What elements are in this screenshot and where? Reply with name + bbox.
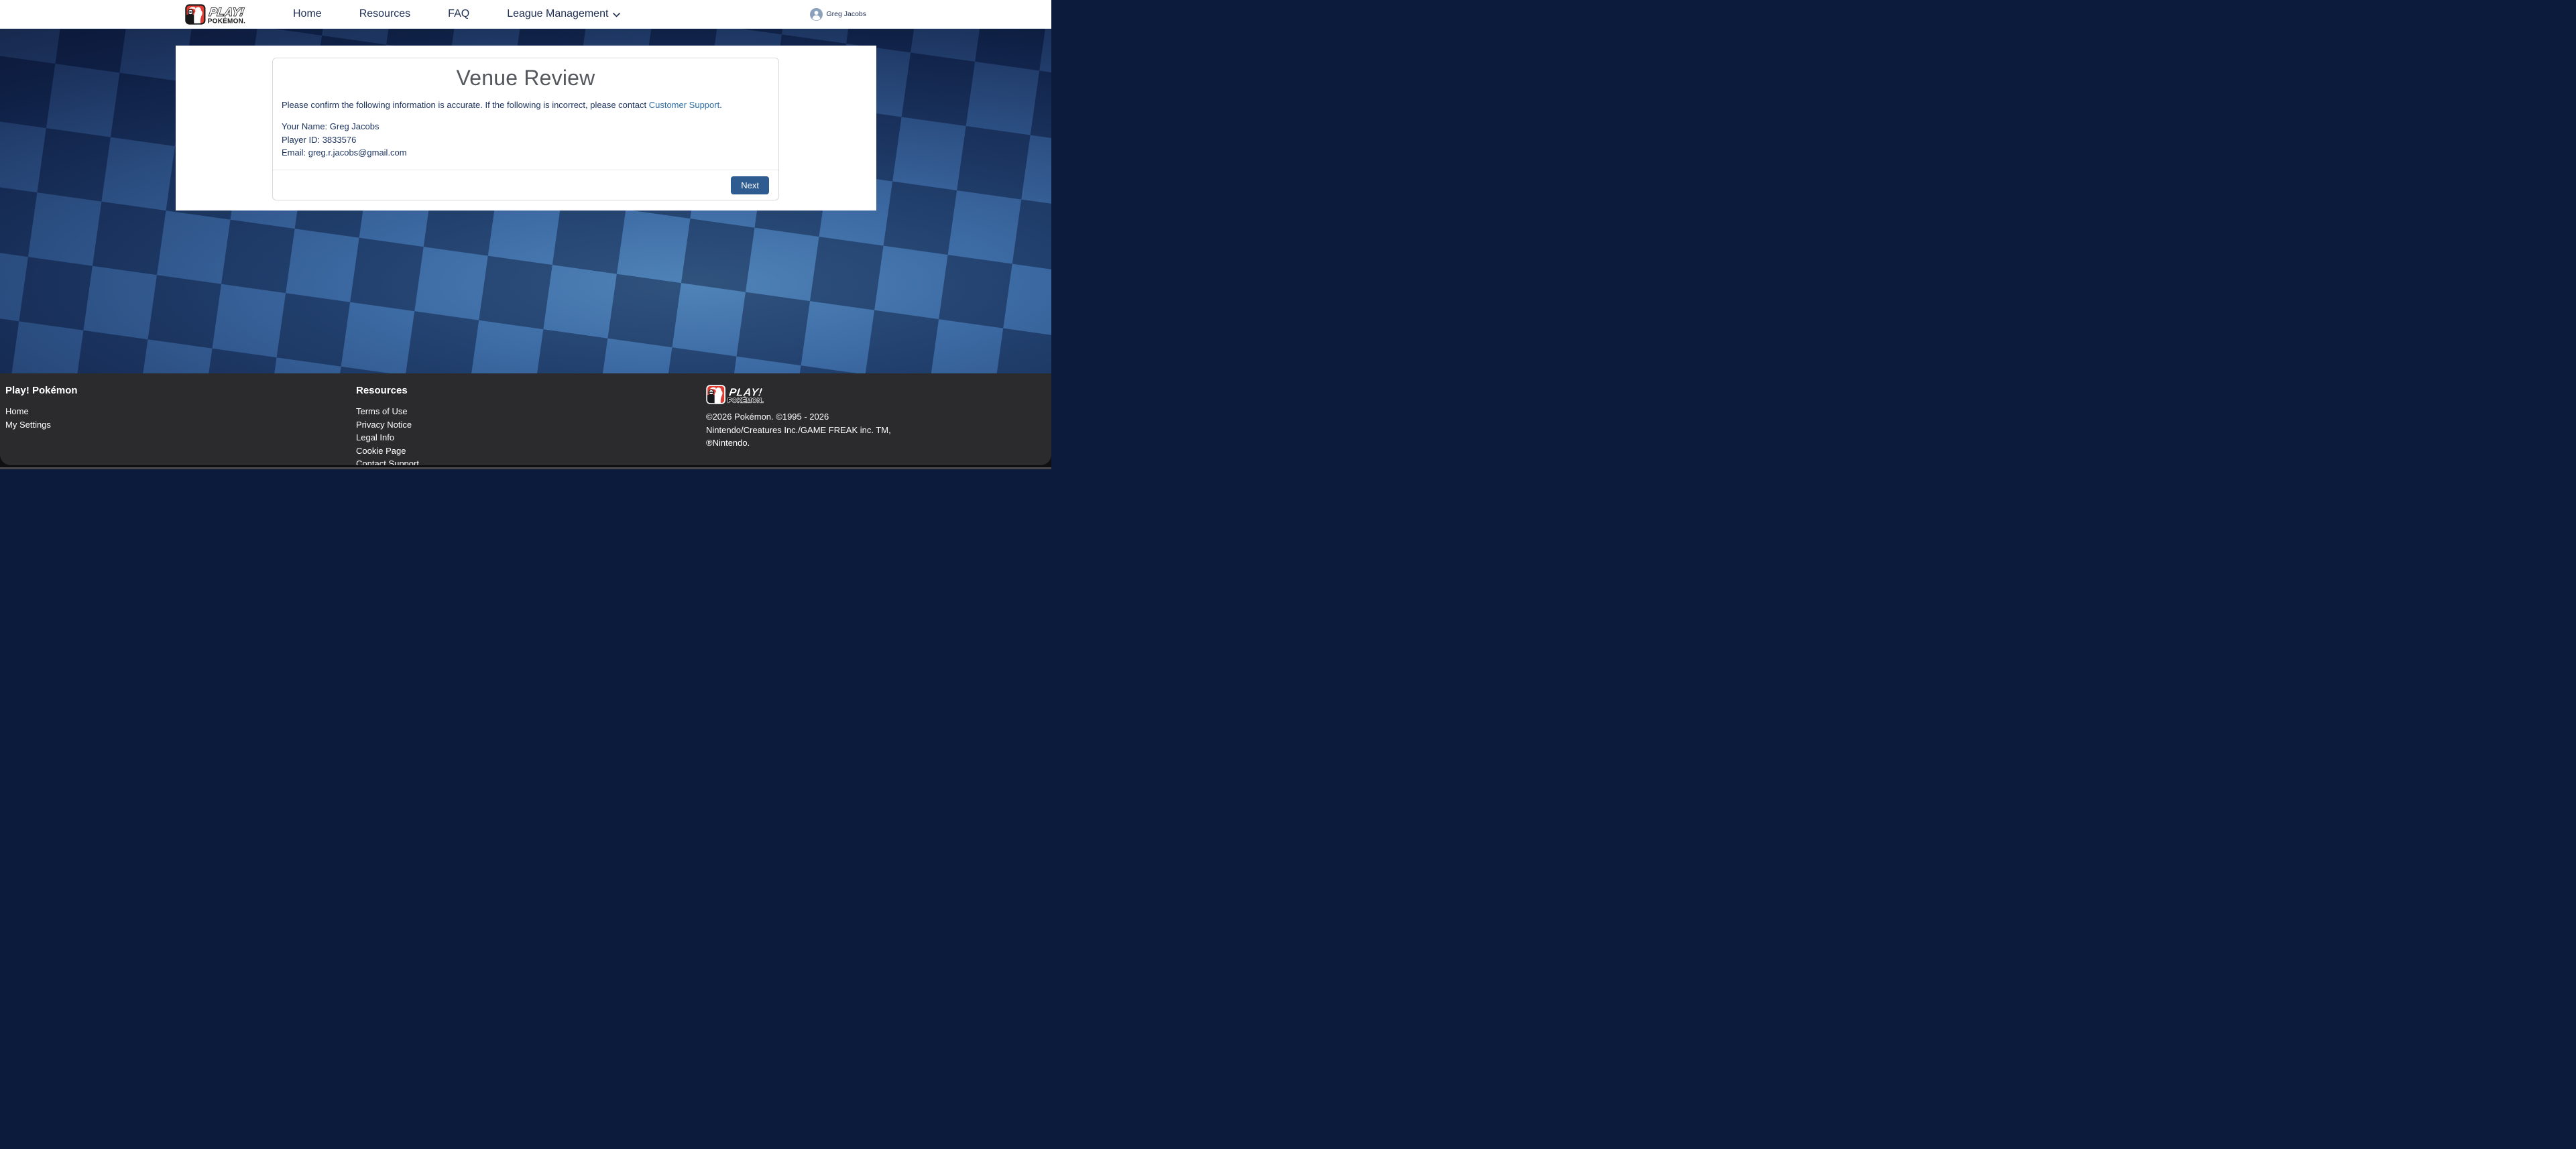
top-navbar: PLAY! POKÉMON. Home Resources FAQ League… xyxy=(0,0,1051,29)
page-footer: Play! Pokémon Home My Settings Resources… xyxy=(0,373,1051,469)
nav-item-faq[interactable]: FAQ xyxy=(448,8,469,20)
confirmation-text: Please confirm the following information… xyxy=(282,99,770,111)
footer-play-pokemon-logo: PLAY! POKÉMON. xyxy=(706,384,788,405)
main-content: Venue Review Please confirm the followin… xyxy=(0,29,1051,373)
user-menu[interactable]: Greg Jacobs xyxy=(810,8,866,21)
footer-link-home[interactable]: Home xyxy=(5,405,29,418)
content-panel: Venue Review Please confirm the followin… xyxy=(176,46,876,210)
svg-text:POKÉMON.: POKÉMON. xyxy=(208,17,245,25)
footer-col-play-pokemon: Play! Pokémon Home My Settings xyxy=(5,384,356,465)
footer-columns: Play! Pokémon Home My Settings Resources… xyxy=(5,384,1046,465)
nav-item-home[interactable]: Home xyxy=(293,8,322,20)
svg-text:PLAY!: PLAY! xyxy=(728,387,763,399)
svg-text:PLAY!: PLAY! xyxy=(209,5,245,18)
next-button[interactable]: Next xyxy=(731,176,769,194)
nav-item-resources[interactable]: Resources xyxy=(359,8,410,20)
footer-link-privacy-notice[interactable]: Privacy Notice xyxy=(356,418,412,432)
footer-link-cookie-page[interactable]: Cookie Page xyxy=(356,444,406,458)
venue-review-card: Venue Review Please confirm the followin… xyxy=(272,58,779,200)
player-email-line: Email: greg.r.jacobs@gmail.com xyxy=(282,146,770,160)
venue-review-card-body: Venue Review Please confirm the followin… xyxy=(273,58,778,170)
footer-link-legal-info[interactable]: Legal Info xyxy=(356,431,394,444)
user-name: Greg Jacobs xyxy=(826,10,866,18)
main-nav: Home Resources FAQ League Management xyxy=(293,8,620,20)
footer-col-resources: Resources Terms of Use Privacy Notice Le… xyxy=(356,384,706,465)
card-footer: Next xyxy=(273,170,778,200)
customer-support-link[interactable]: Customer Support xyxy=(649,100,720,110)
footer-heading-play-pokemon: Play! Pokémon xyxy=(5,385,356,396)
footer-col-legal: PLAY! POKÉMON. ©2026 Pokémon. ©1995 - 20… xyxy=(706,384,1046,465)
user-avatar-icon xyxy=(810,8,823,21)
player-info: Your Name: Greg Jacobs Player ID: 383357… xyxy=(282,120,770,160)
play-pokemon-logo[interactable]: PLAY! POKÉMON. xyxy=(185,4,271,25)
copyright-text: ©2026 Pokémon. ©1995 - 2026 Nintendo/Cre… xyxy=(706,410,1046,450)
nav-item-league-management[interactable]: League Management xyxy=(507,8,620,20)
footer-link-contact-support[interactable]: Contact Support xyxy=(356,457,419,465)
chevron-down-icon xyxy=(613,13,620,17)
footer-link-terms-of-use[interactable]: Terms of Use xyxy=(356,405,408,418)
footer-link-my-settings[interactable]: My Settings xyxy=(5,418,51,432)
page-title: Venue Review xyxy=(282,66,770,90)
footer-bottom-strip xyxy=(0,467,1051,469)
footer-heading-resources: Resources xyxy=(356,385,706,396)
player-id-line: Player ID: 3833576 xyxy=(282,133,770,147)
navbar-container: PLAY! POKÉMON. Home Resources FAQ League… xyxy=(185,0,866,28)
footer-panel: Play! Pokémon Home My Settings Resources… xyxy=(0,373,1051,465)
svg-text:POKÉMON.: POKÉMON. xyxy=(727,398,764,405)
player-name-line: Your Name: Greg Jacobs xyxy=(282,120,770,133)
